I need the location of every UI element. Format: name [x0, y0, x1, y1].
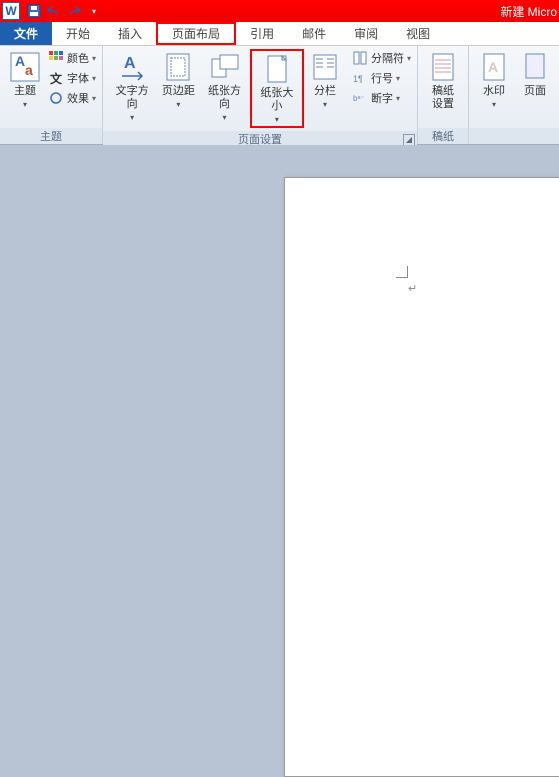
- chevron-down-icon: ▾: [492, 100, 496, 109]
- theme-effects-button[interactable]: 效果 ▾: [46, 89, 98, 107]
- orientation-label: 纸张方向: [203, 85, 245, 111]
- paragraph-mark-icon: ↵: [408, 282, 417, 295]
- margins-icon: [162, 51, 194, 83]
- margins-button[interactable]: 页边距 ▾: [157, 49, 199, 111]
- svg-text:A: A: [124, 55, 136, 72]
- watermark-label: 水印: [483, 85, 505, 98]
- stationery-icon: [427, 51, 459, 83]
- tab-review[interactable]: 审阅: [340, 22, 392, 45]
- effects-icon: [48, 90, 64, 106]
- margins-label: 页边距: [162, 85, 195, 98]
- fonts-label: 字体: [67, 70, 89, 86]
- svg-text:bᵃ⁻: bᵃ⁻: [353, 94, 365, 103]
- orientation-button[interactable]: 纸张方向 ▾: [199, 49, 249, 124]
- group-page-setup: A 文字方向 ▾ 页边距 ▾ 纸张方向 ▾ 纸张大小 ▾ 分栏: [103, 46, 418, 144]
- text-direction-button[interactable]: A 文字方向 ▾: [107, 49, 157, 124]
- svg-text:文: 文: [50, 71, 63, 85]
- margin-corner-mark: [388, 258, 408, 278]
- group-theme: Aa 主题 ▾ 颜色 ▾ 文 字体 ▾ 效果 ▾: [0, 46, 103, 144]
- qat-customize-dropdown[interactable]: ▾: [85, 3, 103, 19]
- group-theme-label: 主题: [0, 128, 102, 144]
- chevron-down-icon: ▾: [176, 100, 180, 109]
- line-numbers-button[interactable]: 1¶ 行号 ▾: [350, 69, 413, 87]
- watermark-button[interactable]: A 水印 ▾: [473, 49, 515, 111]
- tab-view[interactable]: 视图: [392, 22, 444, 45]
- columns-label: 分栏: [314, 85, 336, 98]
- chevron-down-icon: ▾: [275, 115, 279, 124]
- line-numbers-label: 行号: [371, 70, 393, 86]
- chevron-down-icon: ▾: [130, 113, 134, 122]
- chevron-down-icon: ▾: [407, 54, 411, 63]
- chevron-down-icon: ▾: [92, 94, 96, 103]
- chevron-down-icon: ▾: [223, 113, 227, 122]
- breaks-label: 分隔符: [371, 50, 404, 66]
- themes-button[interactable]: Aa 主题 ▾: [4, 49, 46, 111]
- page-color-label: 页面: [524, 85, 546, 98]
- themes-label: 主题: [14, 85, 36, 98]
- theme-colors-button[interactable]: 颜色 ▾: [46, 49, 98, 67]
- line-numbers-icon: 1¶: [352, 70, 368, 86]
- columns-button[interactable]: 分栏 ▾: [304, 49, 346, 111]
- orientation-icon: [209, 51, 241, 83]
- stationery-label: 稿纸 设置: [432, 85, 454, 111]
- svg-text:A: A: [488, 59, 498, 75]
- page-size-icon: [261, 53, 293, 85]
- tab-page-layout[interactable]: 页面布局: [156, 22, 236, 45]
- watermark-icon: A: [478, 51, 510, 83]
- chevron-down-icon: ▾: [92, 54, 96, 63]
- ribbon-tabs: 文件 开始 插入 页面布局 引用 邮件 审阅 视图: [0, 22, 559, 46]
- group-stationery: 稿纸 设置 稿纸: [418, 46, 469, 144]
- hyphenation-icon: bᵃ⁻: [352, 90, 368, 106]
- tab-insert[interactable]: 插入: [104, 22, 156, 45]
- chevron-down-icon: ▾: [396, 74, 400, 83]
- text-direction-label: 文字方向: [111, 85, 153, 111]
- stationery-settings-button[interactable]: 稿纸 设置: [422, 49, 464, 113]
- svg-text:a: a: [25, 62, 33, 78]
- tab-mail[interactable]: 邮件: [288, 22, 340, 45]
- document-page[interactable]: [284, 177, 559, 777]
- colors-icon: [48, 50, 64, 66]
- breaks-button[interactable]: 分隔符 ▾: [350, 49, 413, 67]
- ribbon: Aa 主题 ▾ 颜色 ▾ 文 字体 ▾ 效果 ▾: [0, 46, 559, 145]
- fonts-icon: 文: [48, 70, 64, 86]
- undo-button[interactable]: [45, 3, 63, 19]
- group-stationery-label: 稿纸: [418, 128, 468, 144]
- chevron-down-icon: ▾: [23, 100, 27, 109]
- page-color-button[interactable]: 页面: [515, 49, 555, 100]
- title-bar: W ▾ 新建 Micro: [0, 0, 559, 22]
- breaks-icon: [352, 50, 368, 66]
- save-button[interactable]: [25, 3, 43, 19]
- tab-home[interactable]: 开始: [52, 22, 104, 45]
- tab-file[interactable]: 文件: [0, 22, 52, 45]
- window-title: 新建 Micro: [500, 3, 557, 20]
- group-page-background: A 水印 ▾ 页面: [469, 46, 559, 144]
- svg-text:1¶: 1¶: [353, 74, 363, 84]
- page-size-label: 纸张大小: [256, 87, 298, 113]
- chevron-down-icon: ▾: [323, 100, 327, 109]
- hyphenation-label: 断字: [371, 90, 393, 106]
- group-bg-label: [469, 128, 559, 144]
- columns-icon: [309, 51, 341, 83]
- svg-text:A: A: [15, 53, 25, 69]
- page-color-icon: [519, 51, 551, 83]
- theme-fonts-button[interactable]: 文 字体 ▾: [46, 69, 98, 87]
- chevron-down-icon: ▾: [92, 74, 96, 83]
- hyphenation-button[interactable]: bᵃ⁻ 断字 ▾: [350, 89, 413, 107]
- themes-icon: Aa: [9, 51, 41, 83]
- text-direction-icon: A: [116, 51, 148, 83]
- tab-references[interactable]: 引用: [236, 22, 288, 45]
- redo-button[interactable]: [65, 3, 83, 19]
- colors-label: 颜色: [67, 50, 89, 66]
- effects-label: 效果: [67, 90, 89, 106]
- word-app-icon: W: [2, 2, 20, 20]
- page-size-button[interactable]: 纸张大小 ▾: [250, 49, 304, 128]
- chevron-down-icon: ▾: [396, 94, 400, 103]
